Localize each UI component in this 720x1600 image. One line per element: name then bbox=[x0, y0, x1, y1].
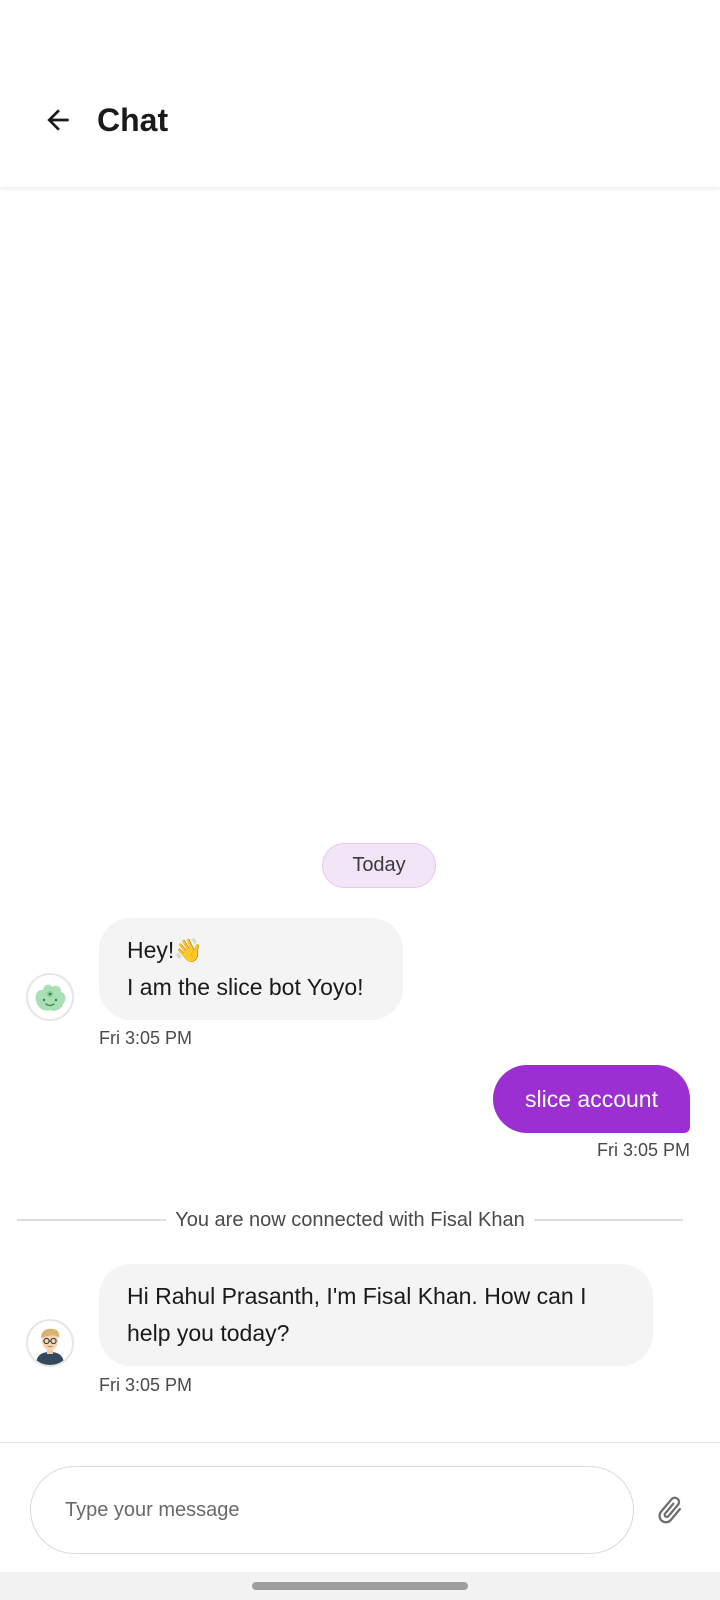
message-composer bbox=[0, 1442, 720, 1573]
back-button[interactable] bbox=[36, 98, 80, 142]
message-time: Fri 3:05 PM bbox=[597, 1140, 691, 1160]
divider-left bbox=[17, 1219, 166, 1221]
paperclip-icon bbox=[658, 1496, 682, 1524]
system-nav-bar bbox=[0, 1572, 720, 1600]
user-message-bubble: slice account bbox=[493, 1065, 690, 1133]
message-time: Fri 3:05 PM bbox=[99, 1375, 193, 1395]
agent-connected-notice: You are now connected with Fisal Khan bbox=[175, 1209, 525, 1231]
app-header: Chat bbox=[0, 0, 720, 187]
attach-button[interactable] bbox=[650, 1489, 690, 1533]
agent-avatar-icon bbox=[26, 1319, 74, 1367]
bot-message-bubble: Hey!👋 I am the slice bot Yoyo! bbox=[99, 918, 403, 1020]
bot-message-line-2: I am the slice bot Yoyo! bbox=[127, 974, 364, 1000]
bot-avatar-icon bbox=[26, 973, 74, 1021]
message-input[interactable] bbox=[30, 1466, 634, 1554]
chat-screen: Chat Today Hey!👋 I am the slice bot Yoyo… bbox=[0, 0, 720, 1600]
message-time: Fri 3:05 PM bbox=[99, 1028, 193, 1048]
bot-message-line-1: Hey!👋 bbox=[127, 937, 203, 963]
page-title: Chat bbox=[97, 102, 169, 138]
divider-right bbox=[534, 1219, 683, 1221]
agent-message-bubble: Hi Rahul Prasanth, I'm Fisal Khan. How c… bbox=[99, 1264, 653, 1366]
waving-hand-icon: 👋 bbox=[174, 937, 203, 963]
date-chip: Today bbox=[322, 843, 436, 888]
home-gesture-handle[interactable] bbox=[252, 1582, 468, 1590]
arrow-left-icon bbox=[47, 109, 69, 131]
